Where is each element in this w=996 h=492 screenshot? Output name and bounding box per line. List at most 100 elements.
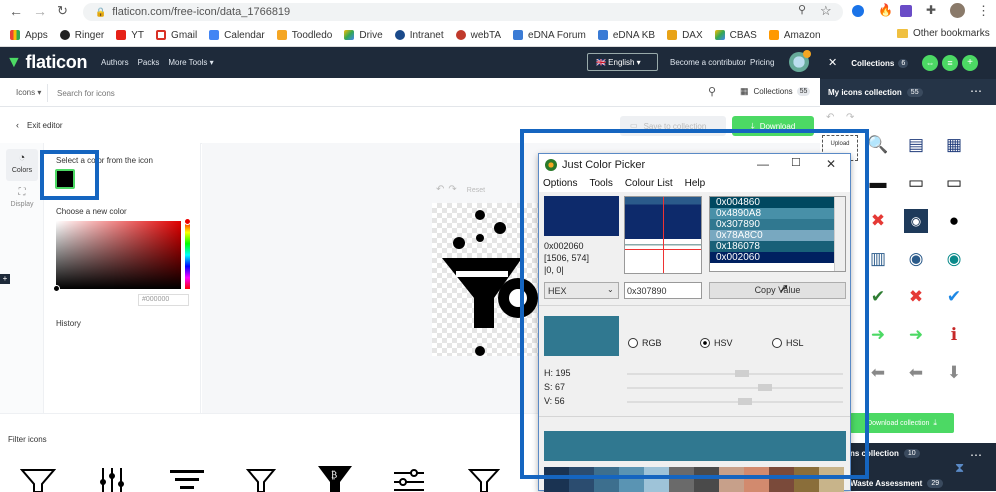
my-icons-collection-row[interactable]: My icons collection 55 ⋯ [820,79,996,105]
document-search-icon[interactable]: ▤ [904,133,928,157]
screen-chart-icon[interactable]: ▭ [942,171,966,195]
x-circle-red-icon[interactable]: ✖ [904,285,928,309]
notification-badge [803,50,811,58]
exit-editor-link[interactable]: ‹ Exit editor [16,121,63,131]
lines-filter-icon[interactable] [170,470,204,492]
become-contributor-link[interactable]: Become a contributor [670,58,746,67]
pricing-link[interactable]: Pricing [750,58,774,67]
sliders-filter-icon[interactable] [98,468,126,492]
arrow-left-gray-icon[interactable]: ⬅ [866,361,890,385]
bookmark-toodledo[interactable]: Toodledo [276,30,332,41]
monitor-icon[interactable]: ▭ [904,171,928,195]
search-icon[interactable]: ⚲ [798,5,806,16]
bookmark-edna-forum[interactable]: eDNA Forum [513,30,586,41]
funnel-filter-icon[interactable] [20,468,56,492]
language-selector[interactable]: 🇬🇧 English ▾ [587,53,658,71]
expand-icon: ⛶ [18,187,26,198]
document-eye-icon[interactable]: ◉ [904,209,928,233]
add-icon[interactable]: + [962,55,978,71]
redo-icon[interactable]: ↷ [846,113,854,123]
search-input[interactable] [57,84,697,102]
fire-icon[interactable]: 🔥 [878,4,893,16]
url-text: flaticon.com/free-icon/data_1766819 [112,6,291,18]
bookmark-edna-kb[interactable]: eDNA KB [597,30,655,41]
flaticon-logo-icon: ▼ [6,53,22,71]
bookmark-yt[interactable]: YT [116,30,144,41]
redo-icon[interactable]: ↷ [448,185,456,195]
intranet-icon [394,30,405,40]
check-circle-icon[interactable]: ✔ [866,285,890,309]
saturation-picker[interactable] [56,221,181,289]
dna-icon: ⧗ [955,460,965,475]
hue-slider[interactable] [185,221,190,289]
collections-toggle[interactable]: ▦ Collections 55 [740,87,811,96]
bookmark-drive[interactable]: Drive [344,30,383,41]
puzzle-icon[interactable]: ✚ [926,4,936,16]
reload-icon[interactable]: ↻ [57,4,68,17]
funnel-thin-icon[interactable] [468,468,500,492]
bookmark-amazon[interactable]: Amazon [768,30,821,41]
printer-icon[interactable]: ▬ [866,171,890,195]
bookmark-intranet[interactable]: Intranet [394,30,444,41]
building-icon[interactable]: ▥ [866,247,890,271]
site-nav-links: Authors Packs More Tools ▾ [101,58,223,67]
extension-icon-2[interactable] [900,5,912,17]
address-bar[interactable]: 🔒 flaticon.com/free-icon/data_1766819 [83,3,843,21]
search-icon[interactable]: ⚲ [708,87,716,98]
other-bookmarks[interactable]: Other bookmarks [897,28,990,39]
hex-input[interactable]: #000000 [138,294,189,306]
bookmark-webta[interactable]: webTA [455,30,501,41]
dax-icon [667,30,678,40]
arrow-right-green-2-icon[interactable]: ➜ [904,323,928,347]
info-icon[interactable]: ℹ [942,323,966,347]
avatar[interactable] [950,3,965,18]
bookmark-calendar[interactable]: Calendar [209,30,265,41]
extension-icon-1[interactable] [852,5,864,17]
eye-icon[interactable]: ◉ [904,247,928,271]
saturation-handle[interactable] [53,285,60,292]
search-type-dropdown[interactable]: Icons ▾ [16,88,41,97]
close-icon[interactable]: ✕ [828,57,837,69]
nav-packs[interactable]: Packs [138,58,160,67]
menu-icon[interactable]: ⋮ [977,4,990,17]
plus-badge[interactable]: + [0,274,10,284]
arrow-down-gray-icon[interactable]: ⬇ [942,361,966,385]
bitcoin-funnel-icon[interactable]: ₿ [318,466,352,492]
rail-colors[interactable]: ◔ Colors [6,149,38,181]
bookmark-gmail[interactable]: Gmail [156,30,197,41]
black-circle-icon[interactable]: ● [942,209,966,233]
hue-handle[interactable] [184,218,191,225]
bookmark-apps[interactable]: Apps [10,30,48,41]
undo-icon[interactable]: ↶ [826,113,834,123]
flaticon-logo[interactable]: ▼ flaticon [6,52,87,73]
nav-more-tools[interactable]: More Tools ▾ [168,58,213,67]
bookmark-cbas[interactable]: CBAS [714,30,757,41]
list-icon[interactable]: ≡ [942,55,958,71]
bookmark-dax[interactable]: DAX [667,30,703,41]
magnifier-icon[interactable]: 🔍 [866,133,890,157]
clipboard-search-icon[interactable]: ▦ [942,133,966,157]
settings-sliders-icon[interactable] [394,468,424,492]
apps-icon [10,30,20,40]
funnel-outline-icon[interactable] [246,468,276,492]
arrow-right-green-icon[interactable]: ➜ [866,323,890,347]
reset-link[interactable]: Reset [467,187,485,194]
swap-icon[interactable]: ⇔ [922,55,938,71]
nav-authors[interactable]: Authors [101,58,129,67]
forward-icon[interactable]: → [33,4,47,18]
collection-row-waste[interactable]: Waste Assessment 29 [850,479,944,488]
more-icon[interactable]: ⋯ [970,85,982,97]
undo-icon[interactable]: ↶ [436,185,444,195]
star-icon[interactable]: ☆ [820,4,832,17]
amazon-icon [768,30,779,40]
filter-icons-label: Filter icons [8,435,47,444]
check-badge-icon[interactable]: ✔ [942,285,966,309]
close-circle-icon[interactable]: ✖ [866,209,890,233]
bookmark-ringer[interactable]: Ringer [59,30,104,41]
back-icon[interactable]: ← [9,4,23,18]
arrow-left-gray-2-icon[interactable]: ⬅ [904,361,928,385]
eye-teal-icon[interactable]: ◉ [942,247,966,271]
rail-display[interactable]: ⛶ Display [6,185,38,217]
browser-chrome: ← → ↻ 🔒 flaticon.com/free-icon/data_1766… [0,0,996,47]
more-icon[interactable]: ⋯ [970,449,982,461]
